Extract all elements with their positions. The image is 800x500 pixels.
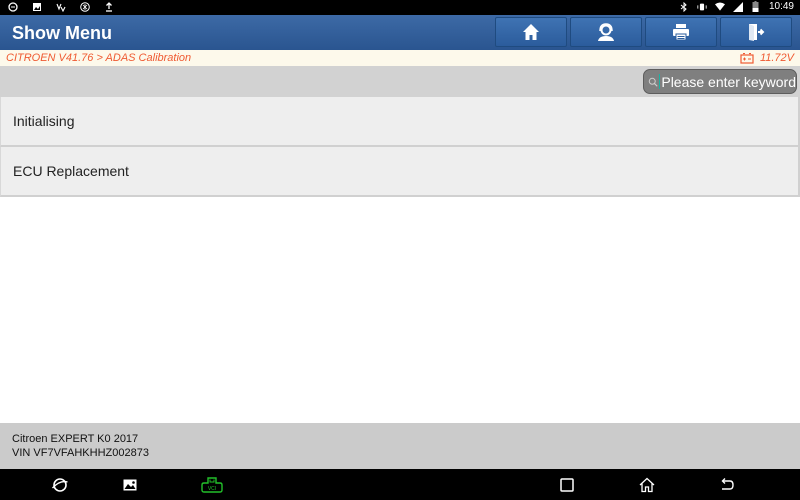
printer-icon — [673, 24, 689, 41]
back-icon — [721, 478, 734, 490]
battery-icon — [751, 1, 761, 12]
cpu-icon — [80, 2, 90, 12]
battery-voltage: 11.72V — [740, 52, 794, 64]
menu-item-label: Initialising — [13, 113, 75, 129]
exit-door-icon — [749, 24, 765, 41]
android-home-button[interactable] — [637, 476, 657, 494]
vci-icon: VCI — [201, 477, 223, 493]
image-icon — [32, 2, 42, 12]
home-button[interactable] — [495, 17, 567, 47]
breadcrumb: CITROEN V41.76 > ADAS Calibration — [6, 52, 192, 64]
search-toolbar: Please enter keyword — [0, 66, 800, 97]
search-input[interactable]: Please enter keyword — [643, 69, 797, 94]
home-icon — [523, 24, 539, 40]
vehicle-model: Citroen EXPERT K0 2017 — [12, 433, 139, 445]
browser-button[interactable] — [50, 476, 70, 494]
vehicle-vin: VIN VF7VFAHKHHZ002873 — [12, 447, 149, 459]
bluetooth-icon — [679, 1, 689, 12]
vehicle-info-footer: Citroen EXPERT K0 2017 VIN VF7VFAHKHHZ00… — [0, 423, 800, 469]
headset-user-icon — [598, 23, 614, 41]
back-button[interactable] — [717, 476, 737, 494]
gallery-icon — [123, 479, 137, 491]
recent-apps-icon — [560, 478, 574, 492]
browser-icon — [51, 478, 68, 492]
search-icon — [648, 77, 658, 87]
upload-icon — [104, 2, 114, 12]
breadcrumb-bar: CITROEN V41.76 > ADAS Calibration 11.72V — [0, 50, 800, 66]
text-cursor — [658, 74, 661, 89]
car-battery-icon — [740, 52, 754, 64]
status-bar: 10:49 — [0, 0, 800, 15]
usb-icon — [56, 2, 66, 12]
vibrate-icon — [697, 2, 707, 12]
print-button[interactable] — [645, 17, 717, 47]
menu-item-ecu-replacement[interactable]: ECU Replacement — [0, 147, 800, 197]
navigation-bar: VCI — [0, 469, 800, 500]
chat-bubble-icon — [8, 2, 18, 12]
recent-apps-button[interactable] — [557, 476, 577, 494]
app-header: Show Menu — [0, 15, 800, 50]
svg-text:VCI: VCI — [208, 486, 216, 492]
clock: 10:49 — [768, 1, 794, 12]
wifi-icon — [714, 1, 725, 12]
home-icon — [639, 477, 655, 493]
search-placeholder: Please enter keyword — [661, 73, 796, 90]
page-title: Show Menu — [12, 23, 112, 43]
menu-item-initialising[interactable]: Initialising — [0, 97, 800, 147]
exit-button[interactable] — [720, 17, 792, 47]
menu-list: Initialising ECU Replacement — [0, 97, 800, 197]
menu-item-label: ECU Replacement — [13, 163, 129, 179]
support-button[interactable] — [570, 17, 642, 47]
vci-button[interactable]: VCI — [200, 476, 224, 494]
signal-icon — [732, 1, 743, 12]
voltage-value: 11.72V — [759, 52, 794, 64]
gallery-button[interactable] — [120, 476, 140, 494]
